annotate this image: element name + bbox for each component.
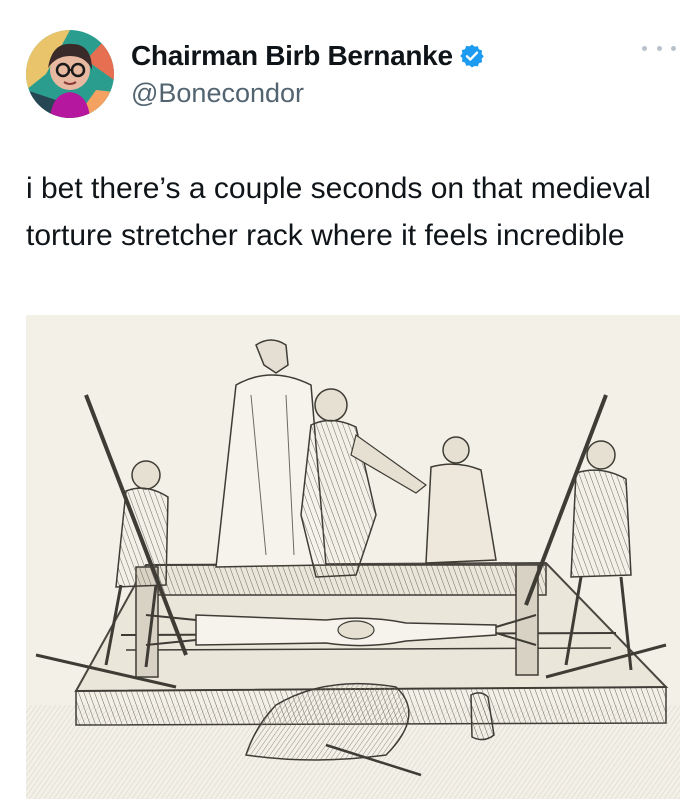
more-dot — [656, 45, 662, 51]
author-handle[interactable]: @Bonecondor — [131, 78, 485, 109]
author-display-name[interactable]: Chairman Birb Bernanke — [131, 40, 453, 72]
tweet-card: Chairman Birb Bernanke @Bonecondor i bet… — [0, 0, 700, 809]
engraving-image[interactable] — [26, 315, 680, 799]
verified-badge-icon — [459, 43, 485, 69]
name-row: Chairman Birb Bernanke — [131, 38, 485, 74]
tweet-text: i bet there’s a couple seconds on that m… — [26, 172, 660, 252]
avatar-illustration — [26, 30, 114, 118]
author-names: Chairman Birb Bernanke @Bonecondor — [131, 38, 485, 109]
engraving-drawing — [26, 315, 680, 799]
more-dot — [671, 45, 676, 51]
profile-avatar[interactable] — [26, 30, 114, 118]
more-options-icon[interactable] — [642, 38, 676, 58]
more-dot — [642, 45, 647, 51]
